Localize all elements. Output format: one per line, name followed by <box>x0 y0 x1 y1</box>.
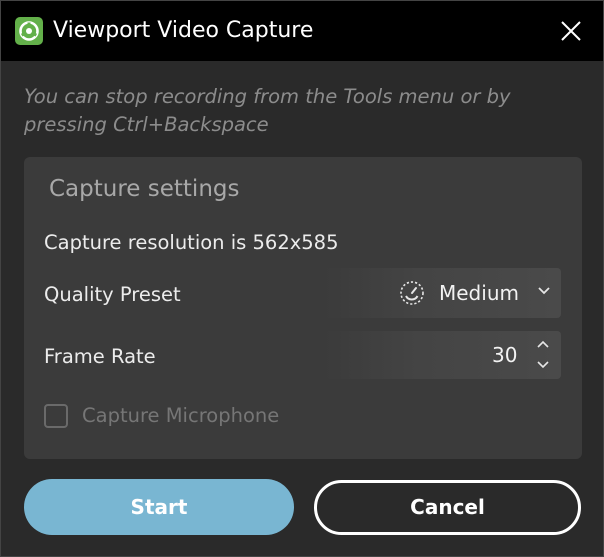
capture-settings-panel: Capture settings Capture resolution is 5… <box>24 157 582 459</box>
cancel-button[interactable]: Cancel <box>314 480 581 535</box>
panel-title: Capture settings <box>49 176 240 202</box>
close-button[interactable] <box>549 11 593 51</box>
quality-preset-label: Quality Preset <box>44 283 181 306</box>
decrement-button[interactable] <box>534 357 552 373</box>
quality-dial-icon <box>400 281 424 305</box>
capture-dialog: Viewport Video Capture You can stop reco… <box>0 0 604 557</box>
close-icon <box>561 21 581 41</box>
capture-microphone-checkbox[interactable] <box>44 404 68 428</box>
capture-microphone-label: Capture Microphone <box>82 404 280 427</box>
window-title: Viewport Video Capture <box>53 18 314 43</box>
frame-rate-stepper[interactable]: 30 <box>324 331 561 379</box>
stop-recording-hint: You can stop recording from the Tools me… <box>24 85 511 136</box>
frame-rate-label: Frame Rate <box>44 345 156 368</box>
app-logo-icon <box>15 17 43 45</box>
chevron-up-icon <box>537 340 549 348</box>
frame-rate-value[interactable]: 30 <box>492 341 517 369</box>
title-bar[interactable]: Viewport Video Capture <box>1 1 603 61</box>
capture-resolution-text: Capture resolution is 562x585 <box>44 231 339 254</box>
start-button[interactable]: Start <box>24 479 294 535</box>
quality-preset-dropdown[interactable]: Medium <box>324 268 561 318</box>
chevron-down-icon <box>538 287 550 295</box>
increment-button[interactable] <box>534 337 552 353</box>
quality-preset-value: Medium <box>439 281 519 305</box>
chevron-down-icon <box>537 361 549 369</box>
